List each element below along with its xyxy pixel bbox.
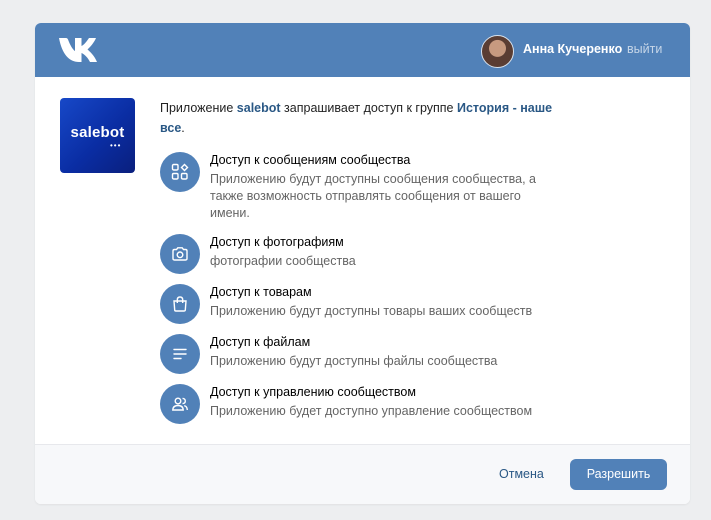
app-name-link[interactable]: salebot [237,101,281,115]
document-lines-icon [160,334,200,374]
avatar[interactable] [481,35,514,68]
permission-dialog: Анна Кучеренко выйти salebot ••• Приложе… [35,23,690,504]
vk-logo-icon[interactable] [59,37,101,63]
permission-title: Доступ к товарам [210,285,312,299]
app-logo: salebot ••• [60,98,135,173]
intro-middle: запрашивает доступ к группе [280,101,457,115]
messages-icon [160,152,200,192]
permission-title: Доступ к управлению сообществом [210,385,416,399]
permission-description: Приложению будут доступны товары ваших с… [210,304,533,318]
permission-title: Доступ к файлам [210,335,311,349]
shopping-bag-icon [160,284,200,324]
permission-description: Приложению будут доступны сообщения сооб… [210,172,536,220]
cancel-button[interactable]: Отмена [499,467,544,481]
app-logo-text: salebot [70,124,125,141]
users-icon [160,384,200,424]
app-logo-dots: ••• [110,141,122,150]
user-name[interactable]: Анна Кучеренко [523,42,622,56]
permission-description: Приложению будут доступны файлы сообщест… [210,354,498,368]
camera-icon [160,234,200,274]
intro-prefix: Приложение [160,101,237,115]
permission-title: Доступ к сообщениям сообщества [210,153,411,167]
logout-link[interactable]: выйти [627,42,662,56]
permission-description: фотографии сообщества [210,254,356,268]
dialog-footer: Отмена Разрешить [35,444,690,504]
permission-description: Приложению будет доступно управление соо… [210,404,533,418]
access-request-text: Приложение salebot запрашивает доступ к … [160,98,555,138]
intro-suffix: . [181,121,185,135]
dialog-header: Анна Кучеренко выйти [35,23,690,77]
allow-button[interactable]: Разрешить [570,459,667,490]
permission-title: Доступ к фотографиям [210,235,344,249]
